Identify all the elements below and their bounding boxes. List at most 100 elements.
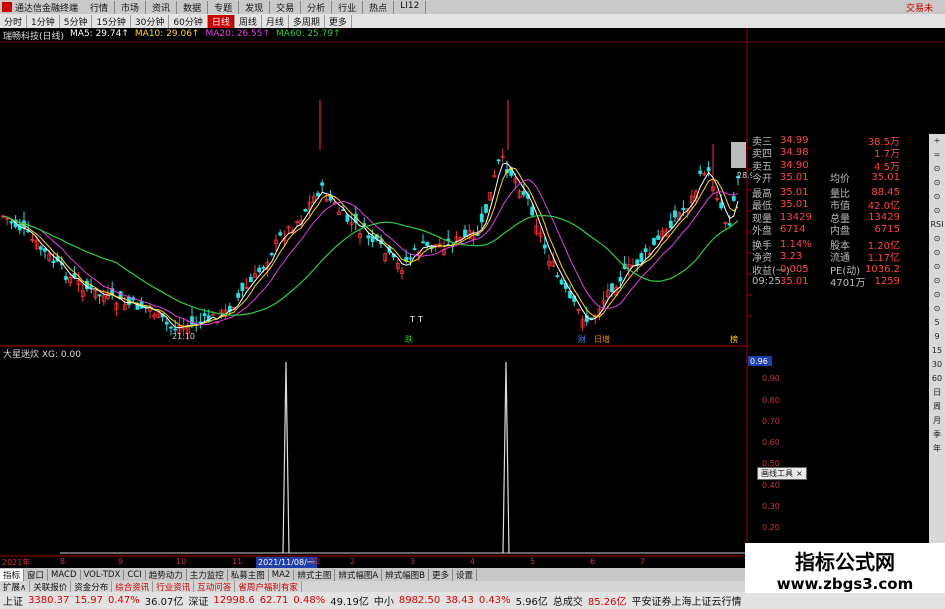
x-axis-label: 11 xyxy=(232,557,243,566)
indicator-tab[interactable]: 设置 xyxy=(453,568,478,581)
indicator-tab[interactable]: 辨式幅图A xyxy=(335,568,383,581)
candle-body xyxy=(639,253,644,262)
sidebar-tool-button[interactable]: ⊙ xyxy=(934,176,941,190)
signal-mark: 跌 xyxy=(405,334,413,344)
indicator-tab[interactable]: MA2 xyxy=(269,569,295,580)
sidebar-tool-button[interactable]: 日 xyxy=(933,386,941,400)
menu-item[interactable]: 交易 xyxy=(270,0,302,14)
indicator-tab[interactable]: 主力监控 xyxy=(187,568,228,581)
candle-body xyxy=(412,248,417,251)
info-tab[interactable]: 省周户福利有家 xyxy=(235,580,302,593)
sidebar-tool-button[interactable]: ⊙ xyxy=(934,190,941,204)
sidebar-tool-button[interactable]: + xyxy=(934,134,941,148)
candle-body xyxy=(43,248,47,252)
indicator-tab[interactable]: VOL-TDX xyxy=(81,569,125,580)
menu-item[interactable]: 分析 xyxy=(301,0,333,14)
timeframe-tab[interactable]: 15分钟 xyxy=(92,14,131,28)
candle-body xyxy=(38,246,43,250)
sidebar-tool-button[interactable]: 周 xyxy=(933,400,941,414)
trade-button[interactable]: 交易未 xyxy=(906,1,945,14)
menu-item[interactable]: 专题 xyxy=(208,0,240,14)
sidebar-tool-button[interactable]: RSI xyxy=(931,218,944,232)
menu-item[interactable]: 热点 xyxy=(363,0,395,14)
menu-item[interactable]: 发现 xyxy=(239,0,271,14)
indicator-tab[interactable]: 更多 xyxy=(429,568,454,581)
x-axis-label: 3 xyxy=(410,557,416,566)
info-tab[interactable]: 关联报价 xyxy=(30,580,72,593)
app-logo-icon xyxy=(2,2,12,12)
sidebar-tool-button[interactable]: ⊙ xyxy=(934,246,941,260)
timeframe-bar: 分时 1分钟 5分钟 15分钟 30分钟 60分钟 日线 周线 月线 多周期 更… xyxy=(0,14,945,28)
timeframe-tab[interactable]: 多周期 xyxy=(289,14,325,28)
info-tab[interactable]: 行业资讯 xyxy=(153,580,195,593)
indicator-tab[interactable]: 私募主图 xyxy=(228,568,269,581)
indicator-tab[interactable]: 趋势动力 xyxy=(146,568,187,581)
candle-body xyxy=(463,229,467,237)
timeframe-tab[interactable]: 周线 xyxy=(235,14,262,28)
menu-item[interactable]: 行情 xyxy=(84,0,116,14)
close-icon[interactable]: × xyxy=(796,469,803,478)
menu-item[interactable]: 资讯 xyxy=(146,0,178,14)
sidebar-tool-button[interactable]: ⊙ xyxy=(934,232,941,246)
x-axis-label: 10 xyxy=(176,557,187,566)
info-tab[interactable]: 综合资讯 xyxy=(112,580,154,593)
sidebar-tool-button[interactable]: 30 xyxy=(932,358,942,372)
sidebar-tool-button[interactable]: 5 xyxy=(934,316,939,330)
sidebar-tool-button[interactable]: ⊙ xyxy=(934,162,941,176)
indicator-axis-label: 0.30 xyxy=(762,502,780,511)
timeframe-tab[interactable]: 30分钟 xyxy=(131,14,170,28)
info-tab[interactable]: 互动问答 xyxy=(194,580,236,593)
sidebar-tool-button[interactable]: ⊙ xyxy=(934,204,941,218)
candle-body xyxy=(479,213,484,223)
quote-value: 3.23 xyxy=(780,251,803,263)
sidebar-tool-button[interactable]: 年 xyxy=(933,442,941,456)
menu-item[interactable]: 行业 xyxy=(332,0,364,14)
indicator-axis-label: 0.80 xyxy=(762,396,780,405)
sidebar-tool-button[interactable]: = xyxy=(934,148,941,162)
timeframe-tab[interactable]: 60分钟 xyxy=(169,14,208,28)
candle-body xyxy=(706,167,711,172)
sidebar-tool-button[interactable]: 月 xyxy=(933,414,941,428)
timeframe-tab[interactable]: 5分钟 xyxy=(60,14,93,28)
sidebar-tool-button[interactable]: ⊙ xyxy=(934,260,941,274)
sidebar-tool-button[interactable]: ⊙ xyxy=(934,274,941,288)
title-bar: 通达信金融终端 行情 市场 资讯 数据 专题 发现 交易 分析 行业 热点 LI… xyxy=(0,0,945,14)
sidebar-tool-button[interactable]: 9 xyxy=(934,330,939,344)
indicator-spike xyxy=(282,361,290,554)
menu-item[interactable]: LI12 xyxy=(394,0,427,14)
sh-amount: 36.07亿 xyxy=(144,597,184,608)
signal-mark: T xyxy=(417,315,423,324)
indicator-tab[interactable]: 辨式主图 xyxy=(294,568,336,581)
sidebar-tool-button[interactable]: ⊙ xyxy=(934,302,941,316)
indicator-tab[interactable]: CCI xyxy=(124,569,146,580)
menu-item[interactable]: 数据 xyxy=(177,0,209,14)
timeframe-tab[interactable]: 月线 xyxy=(262,14,289,28)
menu-item[interactable]: 市场 xyxy=(115,0,147,14)
candle-body xyxy=(484,204,488,213)
zx-change: 38.43 xyxy=(445,595,474,606)
indicator-tab[interactable]: MACD xyxy=(48,569,81,580)
sidebar-tool-button[interactable]: 15 xyxy=(932,344,942,358)
zx-amount: 5.96亿 xyxy=(515,597,548,608)
info-tab[interactable]: 扩展∧ xyxy=(0,580,31,593)
sidebar-tool-button[interactable]: 季 xyxy=(933,428,941,442)
timeframe-tab[interactable]: 分时 xyxy=(0,14,28,28)
x-axis-label: 9 xyxy=(118,557,124,566)
signal-mark: 财 xyxy=(578,334,586,344)
indicator-tab[interactable]: 窗口 xyxy=(24,568,49,581)
watermark-title: 指标公式网 xyxy=(795,550,895,574)
timeframe-tab-daily[interactable]: 日线 xyxy=(207,14,235,28)
timeframe-tab[interactable]: 更多 xyxy=(325,14,352,28)
indicator-tab[interactable]: 指标 xyxy=(0,568,25,581)
candle-body xyxy=(643,248,648,253)
sidebar-tool-button[interactable]: ⊙ xyxy=(934,288,941,302)
candle-body xyxy=(542,244,547,249)
timeframe-tab[interactable]: 1分钟 xyxy=(27,14,60,28)
indicator-label: 大星迷炊 XG: 0.00 xyxy=(3,350,81,360)
indicator-tab[interactable]: 辨式幅图B xyxy=(382,568,429,581)
quote-value: 35.01 xyxy=(780,172,809,184)
sidebar-tool-button[interactable]: 60 xyxy=(932,372,942,386)
candle-body xyxy=(656,235,661,240)
draw-tool-popup[interactable]: 画线工具 × xyxy=(757,467,807,480)
info-tab[interactable]: 资金分布 xyxy=(71,580,113,593)
